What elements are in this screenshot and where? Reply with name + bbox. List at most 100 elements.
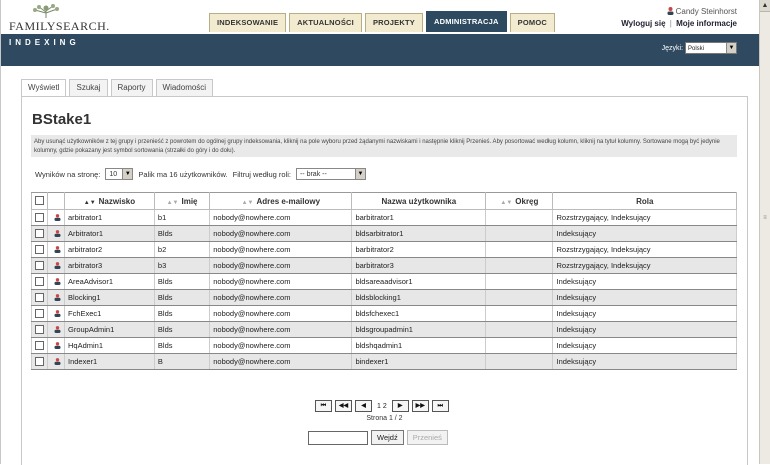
- row-icon-cell: [47, 337, 65, 354]
- cell-surname: FchExec1: [64, 305, 155, 322]
- row-select-cell: [31, 225, 48, 242]
- table-row: Indexer1 Bnobody@nowhere.com bindexer1 Inde…: [31, 353, 737, 370]
- select-all-checkbox[interactable]: [35, 196, 44, 205]
- next-page-button[interactable]: ▶: [391, 400, 409, 412]
- cell-surname: Blocking1: [64, 289, 155, 306]
- person-icon: [54, 358, 61, 365]
- move-button[interactable]: Przenieś: [406, 430, 448, 445]
- cell-surname: arbitrator3: [64, 257, 155, 274]
- cell-role: Rozstrzygający, Indeksujący: [552, 209, 737, 226]
- last-page-button[interactable]: ⏭: [431, 400, 449, 412]
- cell-surname: arbitrator2: [64, 241, 155, 258]
- cell-name: Blds: [153, 321, 211, 338]
- sort-icon: ▲▼: [83, 199, 96, 206]
- cell-district: [485, 305, 554, 322]
- row-checkbox[interactable]: [35, 276, 44, 286]
- tab-news[interactable]: AKTUALNOŚCI: [289, 13, 362, 32]
- cell-district: [485, 225, 554, 242]
- prev-page-button[interactable]: ◀: [355, 400, 372, 412]
- subtab-messages[interactable]: Wiadomości: [155, 79, 214, 96]
- my-info-link[interactable]: Moje informacje: [676, 19, 737, 28]
- row-checkbox[interactable]: [35, 260, 44, 270]
- familysearch-logo[interactable]: FAMILYSEARCH.: [9, 4, 129, 33]
- main-nav: INDEKSOWANIE AKTUALNOŚCI PROJEKTY ADMINI…: [209, 11, 555, 32]
- tab-projects[interactable]: PROJEKTY: [364, 13, 423, 32]
- subtab-search[interactable]: Szukaj: [69, 79, 108, 96]
- tab-indexing[interactable]: INDEKSOWANIE: [209, 13, 287, 32]
- row-icon-cell: [47, 241, 65, 258]
- table-header-row: ▲▼ Nazwisko ▲▼ Imię ▲▼ Adres e-mailowy Nazw…: [31, 192, 737, 210]
- role-filter-select[interactable]: -- brak -- ▼: [295, 168, 366, 180]
- cell-username: bldsgroupadmin1: [351, 321, 487, 338]
- table-row: Arbitrator1 Blds nobody@nowhere.com bldsarb…: [31, 225, 737, 242]
- vertical-scrollbar[interactable]: ▲ ≡: [759, 0, 770, 464]
- col-district[interactable]: ▲▼ Okręg: [485, 192, 554, 210]
- tree-logo-icon: [33, 4, 59, 18]
- scroll-up-icon[interactable]: ▲: [760, 0, 770, 12]
- row-select-cell: [31, 209, 48, 226]
- cell-email: nobody@nowhere.com: [209, 337, 353, 354]
- row-checkbox[interactable]: [35, 308, 44, 318]
- sort-icon: ▲▼: [241, 199, 254, 206]
- cell-email: nobody@nowhere.com: [209, 273, 353, 290]
- browser-page: FAMILYSEARCH. INDEKSOWANIE AKTUALNOŚCI P…: [0, 0, 761, 465]
- logout-link[interactable]: Wyloguj się: [621, 19, 665, 28]
- cell-role: Indeksujący: [552, 225, 737, 242]
- col-surname[interactable]: ▲▼ Nazwisko: [64, 192, 155, 210]
- row-checkbox[interactable]: [35, 244, 44, 254]
- language-select[interactable]: Polski ▼: [685, 42, 737, 54]
- row-checkbox[interactable]: [35, 228, 44, 238]
- cell-name: Blds: [153, 225, 211, 242]
- user-line: Candy Steinhorst: [621, 7, 737, 16]
- prev-group-button[interactable]: ◀◀: [335, 400, 352, 412]
- go-button[interactable]: Wejdź: [371, 430, 404, 445]
- per-page-select[interactable]: 10 ▼: [105, 168, 134, 180]
- user-icon: [667, 7, 674, 15]
- tab-administration[interactable]: ADMINISTRACJA: [425, 11, 507, 32]
- row-checkbox[interactable]: [35, 340, 44, 350]
- site-header: FAMILYSEARCH. INDEKSOWANIE AKTUALNOŚCI P…: [1, 0, 761, 34]
- cell-username: bindexer1: [351, 353, 487, 370]
- table-row: AreaAdvisor1 Blds nobody@nowhere.com bldsar…: [31, 273, 737, 290]
- scrollbar-grip-icon[interactable]: ≡: [762, 215, 768, 235]
- row-select-cell: [31, 273, 48, 290]
- cell-role: Indeksujący: [552, 289, 737, 306]
- col-role: Rola: [552, 192, 737, 210]
- cell-role: Indeksujący: [552, 337, 737, 354]
- col-username-label: Nazwa użytkownika: [381, 196, 457, 206]
- row-icon-cell: [47, 209, 65, 226]
- tab-help[interactable]: POMOC: [509, 13, 555, 32]
- subtab-view[interactable]: Wyświetl: [21, 79, 67, 97]
- row-select-cell: [31, 289, 48, 306]
- chevron-down-icon: ▼: [726, 43, 736, 53]
- col-name[interactable]: ▲▼ Imię: [153, 192, 211, 210]
- subtab-reports[interactable]: Raporty: [110, 79, 153, 96]
- cell-name: b2: [153, 241, 211, 258]
- page-indicator: Strona 1 / 2: [366, 415, 403, 422]
- link-separator: |: [669, 19, 672, 28]
- row-icon-cell: [47, 289, 65, 306]
- table-row: HqAdmin1 Blds nobody@nowhere.com bldshqadmi…: [31, 337, 737, 354]
- row-checkbox[interactable]: [35, 356, 44, 366]
- row-checkbox[interactable]: [35, 212, 44, 222]
- next-group-button[interactable]: ▶▶: [411, 400, 429, 412]
- user-count-text: Palik ma 16 użytkowników.: [138, 169, 228, 179]
- cell-username: bldsblocking1: [351, 289, 487, 306]
- icon-header: [47, 192, 65, 210]
- page-number-input[interactable]: [308, 430, 368, 445]
- col-surname-label: Nazwisko: [98, 196, 136, 206]
- table-row: FchExec1 Blds nobody@nowhere.com bldsfchexe…: [31, 305, 737, 322]
- row-select-cell: [31, 337, 48, 354]
- row-icon-cell: [47, 257, 65, 274]
- list-controls: Wyników na stronę: 10 ▼ Palik ma 16 użytk…: [35, 168, 371, 180]
- page-numbers[interactable]: 1 2: [377, 403, 387, 410]
- row-checkbox[interactable]: [35, 324, 44, 334]
- cell-role: Indeksujący: [552, 305, 737, 322]
- col-name-label: Imię: [181, 196, 198, 206]
- first-page-button[interactable]: ⏮: [315, 400, 332, 412]
- col-email[interactable]: ▲▼ Adres e-mailowy: [209, 192, 353, 210]
- row-checkbox[interactable]: [35, 292, 44, 302]
- cell-email: nobody@nowhere.com: [209, 241, 353, 258]
- cell-district: [485, 353, 554, 370]
- user-links: Wyloguj się | Moje informacje: [621, 19, 737, 28]
